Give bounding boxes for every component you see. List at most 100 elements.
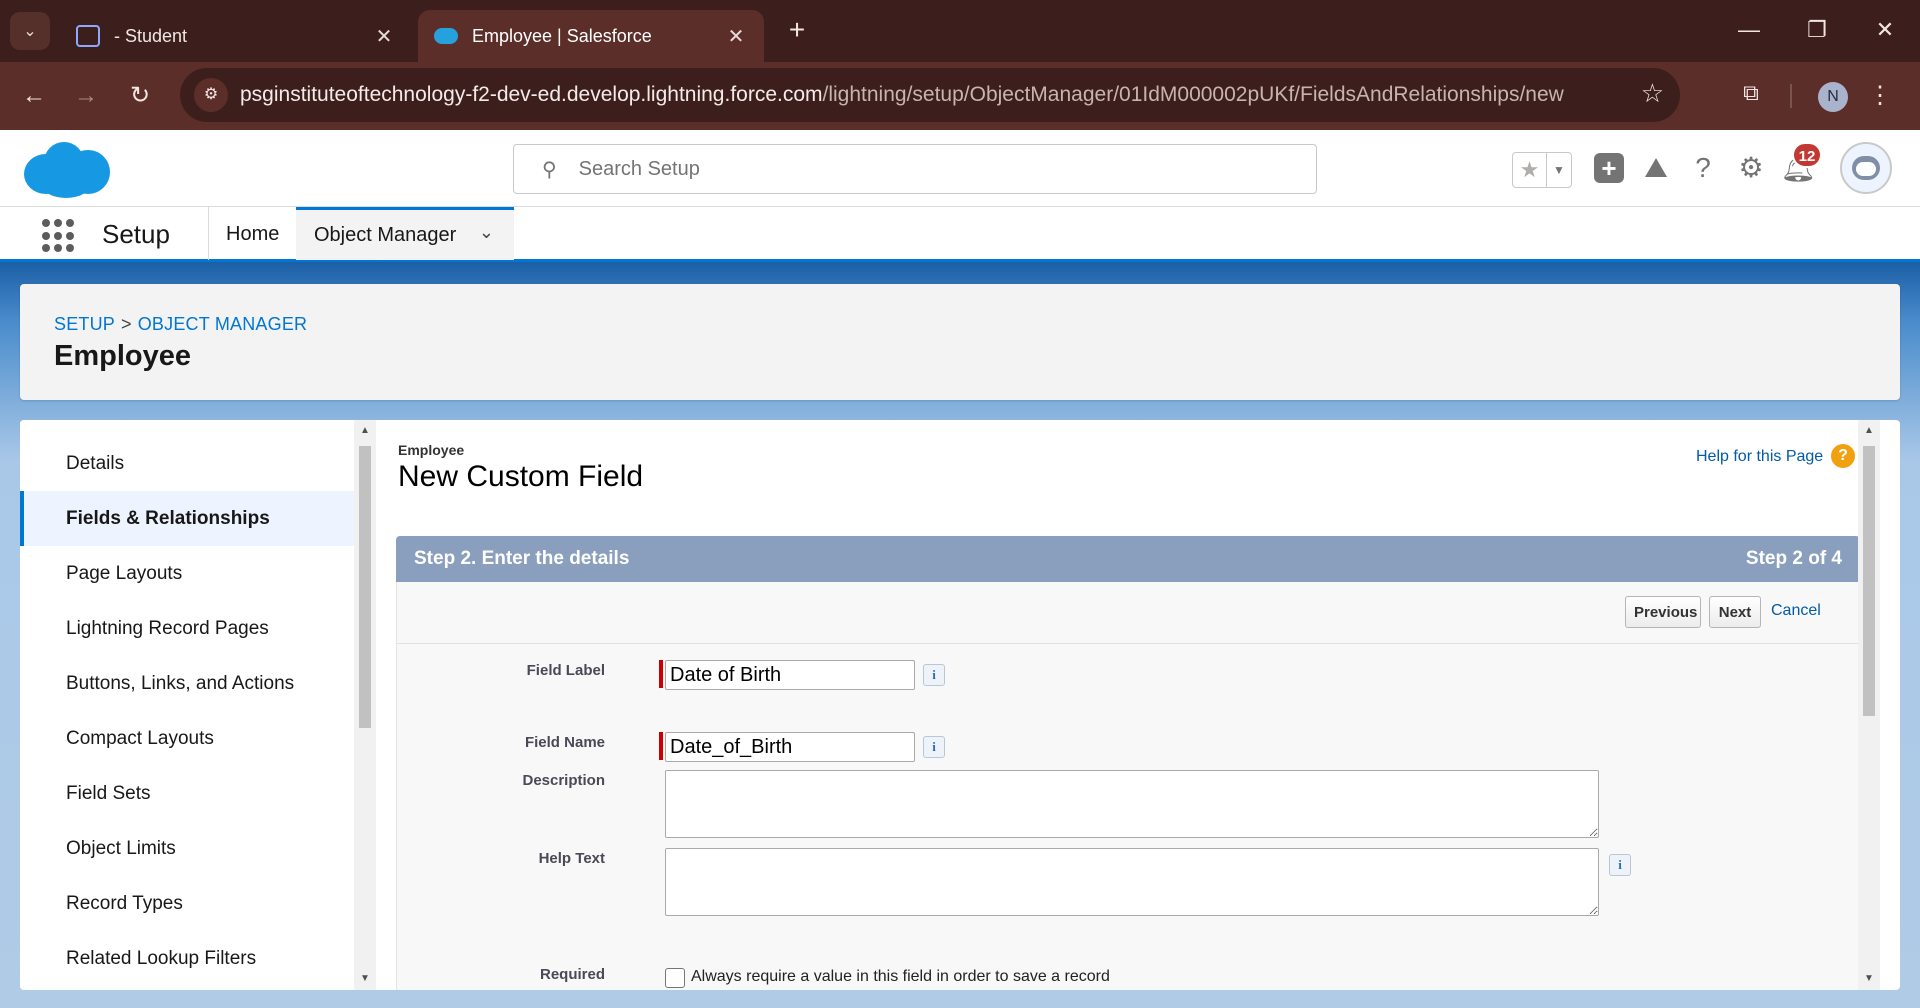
scroll-down-icon[interactable]: ▼	[1858, 970, 1880, 988]
search-icon: ⚲	[542, 158, 557, 181]
bookmark-star-icon[interactable]: ☆	[1641, 78, 1664, 109]
global-header: ⚲ ★ ▼ + ⛰ ? ⚙ 🔔︎ 12	[0, 130, 1920, 206]
minimize-icon[interactable]: —	[1724, 12, 1774, 48]
global-actions-add-icon[interactable]: +	[1594, 153, 1624, 183]
sidebar-scrollbar[interactable]: ▲ ▼	[354, 420, 376, 990]
app-launcher-icon[interactable]	[42, 219, 76, 253]
close-icon[interactable]: ✕	[724, 24, 748, 49]
sidebar-item-object-limits[interactable]: Object Limits	[20, 821, 354, 876]
info-icon[interactable]: i	[923, 664, 945, 686]
sidebar-item-details[interactable]: Details	[20, 436, 354, 491]
description-label: Description	[522, 772, 605, 789]
step-title: Step 2. Enter the details	[414, 548, 630, 569]
close-icon[interactable]: ✕	[372, 24, 396, 49]
help-question-icon[interactable]: ?	[1685, 150, 1721, 186]
field-label-input[interactable]	[665, 660, 915, 690]
tab-search-menu-button[interactable]: ⌄	[10, 12, 50, 50]
forward-icon[interactable]: →	[68, 78, 104, 114]
app-navigation-bar: Setup Home Object Manager ⌄	[0, 206, 1920, 262]
browser-toolbar: ← → ↻ ⚙ psginstituteoftechnology-f2-dev-…	[0, 62, 1920, 130]
previous-button[interactable]: Previous	[1625, 596, 1701, 628]
search-input[interactable]	[578, 157, 1279, 181]
breadcrumb-separator: >	[121, 314, 132, 334]
favorite-star-icon[interactable]: ★	[1513, 153, 1547, 187]
help-text-textarea[interactable]	[665, 848, 1599, 916]
profile-avatar[interactable]: N	[1818, 82, 1848, 112]
notification-count-badge: 12	[1792, 142, 1822, 168]
page-title: Employee	[54, 340, 191, 372]
breadcrumb-setup[interactable]: SETUP	[54, 314, 115, 334]
favorites-dropdown-icon[interactable]: ▼	[1547, 153, 1571, 187]
address-bar[interactable]: ⚙ psginstituteoftechnology-f2-dev-ed.dev…	[180, 68, 1680, 122]
sidebar-item-fields-relationships[interactable]: Fields & Relationships	[20, 491, 354, 546]
browser-menu-icon[interactable]: ⋮	[1868, 78, 1892, 114]
content-scroll-thumb[interactable]	[1863, 446, 1875, 716]
restore-icon[interactable]: ❐	[1792, 12, 1842, 48]
sidebar-item-page-layouts[interactable]: Page Layouts	[20, 546, 354, 601]
form-title: New Custom Field	[398, 460, 644, 493]
nav-tab-home[interactable]: Home	[226, 223, 279, 246]
content-scrollbar[interactable]: ▲ ▼	[1858, 420, 1880, 990]
field-name-input[interactable]	[665, 732, 915, 762]
breadcrumb-object-manager[interactable]: OBJECT MANAGER	[138, 314, 308, 334]
url-path: /lightning/setup/ObjectManager/01IdM0000…	[822, 83, 1564, 106]
scroll-up-icon[interactable]: ▲	[1858, 422, 1880, 440]
sidebar-item-record-types[interactable]: Record Types	[20, 876, 354, 931]
trailhead-icon[interactable]: ⛰	[1638, 150, 1674, 186]
info-icon[interactable]: i	[923, 736, 945, 758]
new-tab-button[interactable]: +	[780, 14, 814, 48]
setup-search-box[interactable]: ⚲	[513, 144, 1317, 194]
nav-tab-label: Object Manager	[314, 224, 457, 246]
extensions-icon[interactable]: ⧉	[1736, 80, 1766, 110]
object-sidebar: Details Fields & Relationships Page Layo…	[20, 420, 354, 990]
sidebar-scroll-thumb[interactable]	[359, 446, 371, 728]
required-label: Required	[539, 966, 605, 983]
button-row: Previous Next Cancel	[397, 582, 1859, 644]
description-textarea[interactable]	[665, 770, 1599, 838]
sidebar-item-compact-layouts[interactable]: Compact Layouts	[20, 711, 354, 766]
field-label-label: Field Label	[526, 662, 605, 679]
back-icon[interactable]: ←	[16, 78, 52, 114]
form-body: Previous Next Cancel Field Label i Field…	[396, 582, 1860, 990]
object-page-header: SETUP > OBJECT MANAGER Employee	[20, 284, 1900, 400]
salesforce-favicon-icon	[434, 28, 458, 44]
scroll-up-icon[interactable]: ▲	[354, 422, 376, 440]
next-button[interactable]: Next	[1709, 596, 1761, 628]
object-subtitle: Employee	[398, 442, 465, 458]
browser-tab-student[interactable]: - Student ✕	[60, 10, 412, 62]
tab-title: Employee | Salesforce	[472, 25, 652, 46]
help-for-this-page-link[interactable]: Help for this Page	[1696, 448, 1823, 466]
salesforce-logo[interactable]	[24, 140, 110, 198]
sidebar-item-related-lookup-filters[interactable]: Related Lookup Filters	[20, 931, 354, 986]
required-checkbox[interactable]	[665, 968, 685, 988]
nav-divider	[208, 207, 209, 260]
sidebar-item-buttons-links-actions[interactable]: Buttons, Links, and Actions	[20, 656, 354, 711]
toolbar-divider	[1790, 84, 1792, 108]
step-count: Step 2 of 4	[1745, 548, 1842, 569]
nav-tab-object-manager[interactable]: Object Manager ⌄	[296, 207, 514, 260]
tab-title: - Student	[114, 25, 188, 46]
chevron-down-icon[interactable]: ⌄	[479, 222, 494, 243]
required-indicator	[659, 660, 663, 688]
help-question-icon[interactable]: ?	[1831, 444, 1855, 468]
info-icon[interactable]: i	[1609, 854, 1631, 876]
scroll-down-icon[interactable]: ▼	[354, 970, 376, 988]
sidebar-item-field-sets[interactable]: Field Sets	[20, 766, 354, 821]
sidebar-item-lightning-record-pages[interactable]: Lightning Record Pages	[20, 601, 354, 656]
help-text-label: Help Text	[538, 850, 605, 867]
user-avatar[interactable]	[1840, 142, 1892, 194]
window-close-icon[interactable]: ✕	[1860, 12, 1910, 48]
main-panel: Details Fields & Relationships Page Layo…	[20, 420, 1900, 990]
favorites-button[interactable]: ★ ▼	[1512, 152, 1572, 188]
url-text[interactable]: psginstituteoftechnology-f2-dev-ed.devel…	[240, 83, 1564, 107]
required-indicator	[659, 732, 663, 760]
required-checkbox-label[interactable]: Always require a value in this field in …	[691, 968, 1110, 986]
browser-tab-salesforce[interactable]: Employee | Salesforce ✕	[418, 10, 764, 62]
setup-gear-icon[interactable]: ⚙	[1733, 150, 1769, 186]
browser-tabstrip: ⌄ - Student ✕ Employee | Salesforce ✕ + …	[0, 0, 1920, 62]
cancel-link[interactable]: Cancel	[1771, 602, 1821, 620]
reload-icon[interactable]: ↻	[122, 78, 158, 114]
step-header: Step 2. Enter the details Step 2 of 4	[396, 536, 1860, 582]
site-info-icon[interactable]: ⚙	[194, 78, 228, 112]
field-name-label: Field Name	[524, 734, 605, 751]
